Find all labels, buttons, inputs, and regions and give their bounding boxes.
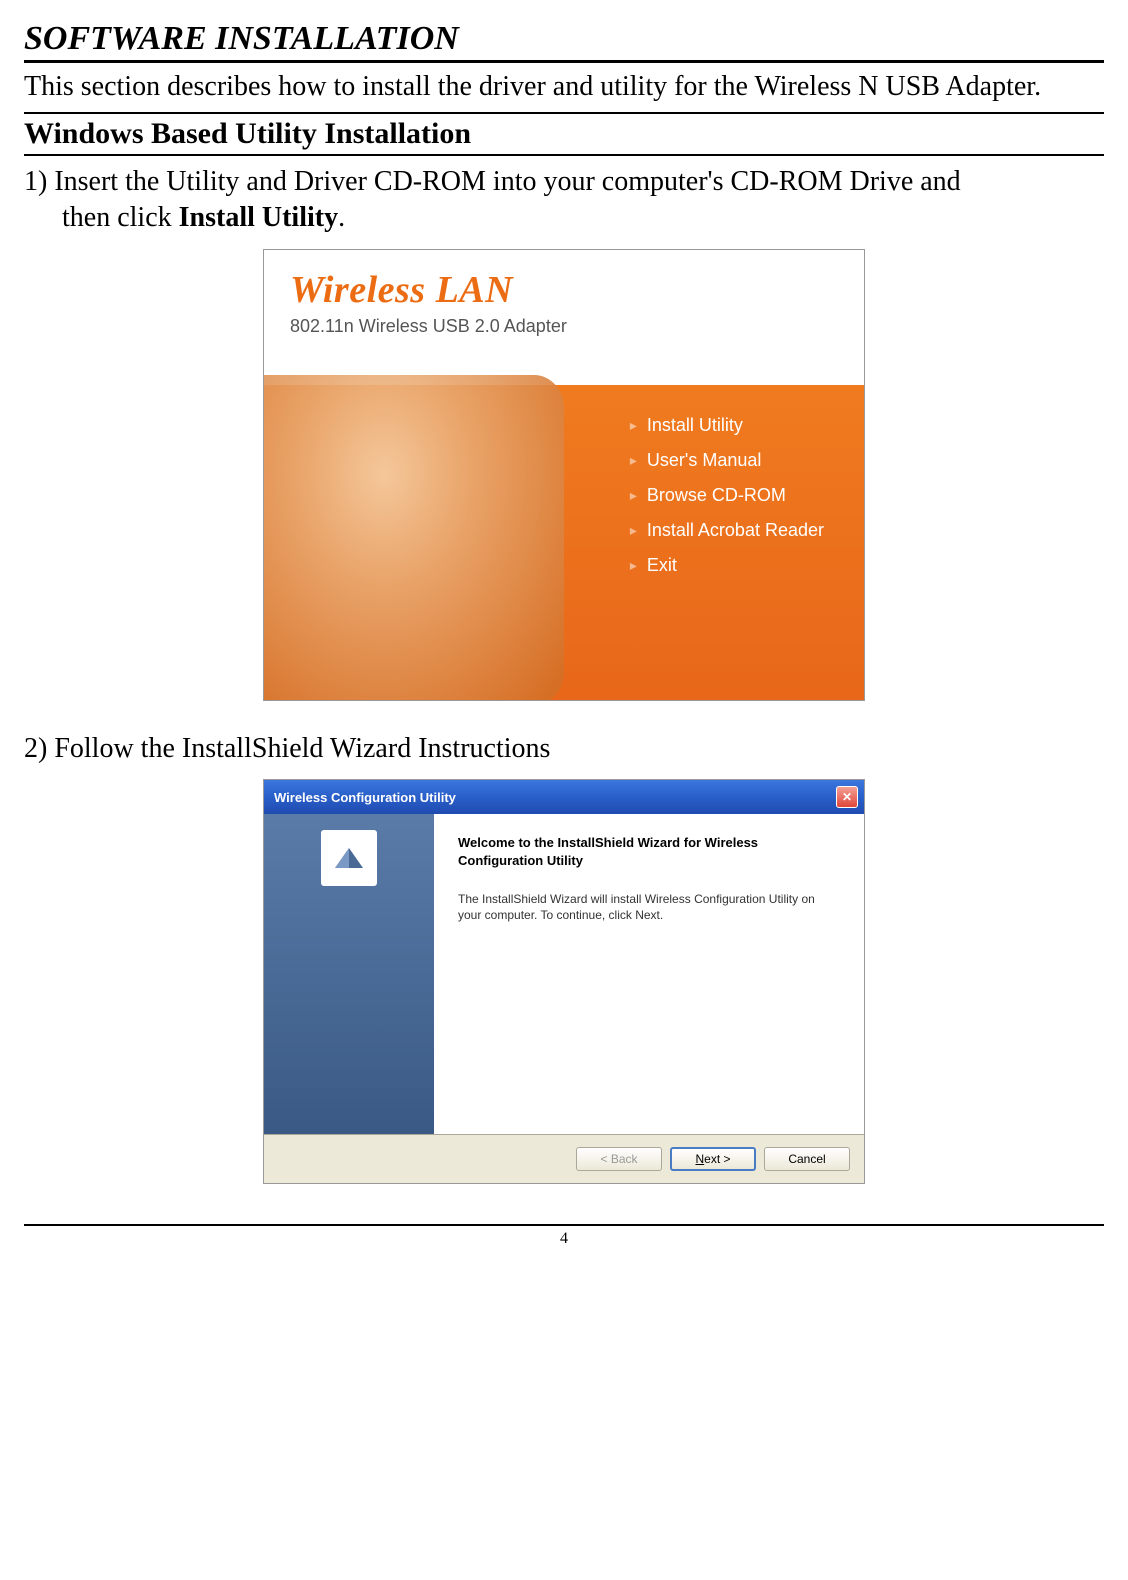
close-button[interactable]: ✕ bbox=[836, 786, 858, 808]
installer-titlebar: Wireless Configuration Utility ✕ bbox=[264, 780, 864, 814]
installer-main-panel: Welcome to the InstallShield Wizard for … bbox=[434, 814, 864, 1134]
next-accesskey: N bbox=[695, 1152, 704, 1166]
menu-install-acrobat[interactable]: Install Acrobat Reader bbox=[630, 520, 824, 541]
autorun-title: Wireless LAN bbox=[290, 268, 838, 312]
menu-install-utility[interactable]: Install Utility bbox=[630, 415, 824, 436]
menu-exit[interactable]: Exit bbox=[630, 555, 824, 576]
step-2-text: 2) Follow the InstallShield Wizard Instr… bbox=[24, 731, 1104, 767]
step-1-text: 1) Insert the Utility and Driver CD-ROM … bbox=[24, 164, 1104, 237]
menu-users-manual[interactable]: User's Manual bbox=[630, 450, 824, 471]
autorun-body: Install Utility User's Manual Browse CD-… bbox=[264, 385, 864, 700]
menu-browse-cdrom[interactable]: Browse CD-ROM bbox=[630, 485, 824, 506]
autorun-header: Wireless LAN 802.11n Wireless USB 2.0 Ad… bbox=[264, 250, 864, 385]
step-1-suffix: . bbox=[338, 202, 345, 233]
step-1-line1: 1) Insert the Utility and Driver CD-ROM … bbox=[24, 166, 961, 197]
step-1-line2-pre: then click bbox=[62, 202, 179, 233]
step-1-bold: Install Utility bbox=[179, 202, 338, 233]
back-button: < Back bbox=[576, 1147, 662, 1171]
installer-body: Welcome to the InstallShield Wizard for … bbox=[264, 814, 864, 1134]
autorun-subtitle: 802.11n Wireless USB 2.0 Adapter bbox=[290, 316, 838, 337]
installer-window: Wireless Configuration Utility ✕ Welcome… bbox=[263, 779, 865, 1184]
page-footer: 4 bbox=[24, 1224, 1104, 1248]
next-label-rest: ext > bbox=[704, 1152, 730, 1166]
subsection-title: Windows Based Utility Installation bbox=[24, 112, 1104, 156]
close-icon: ✕ bbox=[842, 790, 852, 804]
intro-paragraph: This section describes how to install th… bbox=[24, 69, 1104, 104]
page-number: 4 bbox=[560, 1230, 568, 1247]
cancel-button[interactable]: Cancel bbox=[764, 1147, 850, 1171]
next-button[interactable]: Next > bbox=[670, 1147, 756, 1171]
installshield-icon bbox=[321, 830, 377, 886]
installer-title: Wireless Configuration Utility bbox=[274, 790, 456, 805]
autorun-screenshot: Wireless LAN 802.11n Wireless USB 2.0 Ad… bbox=[263, 249, 865, 701]
section-title: SOFTWARE INSTALLATION bbox=[24, 20, 1104, 63]
installer-welcome-heading: Welcome to the InstallShield Wizard for … bbox=[458, 834, 840, 870]
autorun-menu: Install Utility User's Manual Browse CD-… bbox=[630, 415, 824, 576]
product-photo-placeholder bbox=[264, 375, 564, 701]
installer-welcome-body: The InstallShield Wizard will install Wi… bbox=[458, 891, 840, 925]
installer-sidebar bbox=[264, 814, 434, 1134]
installer-footer: < Back Next > Cancel bbox=[264, 1134, 864, 1183]
